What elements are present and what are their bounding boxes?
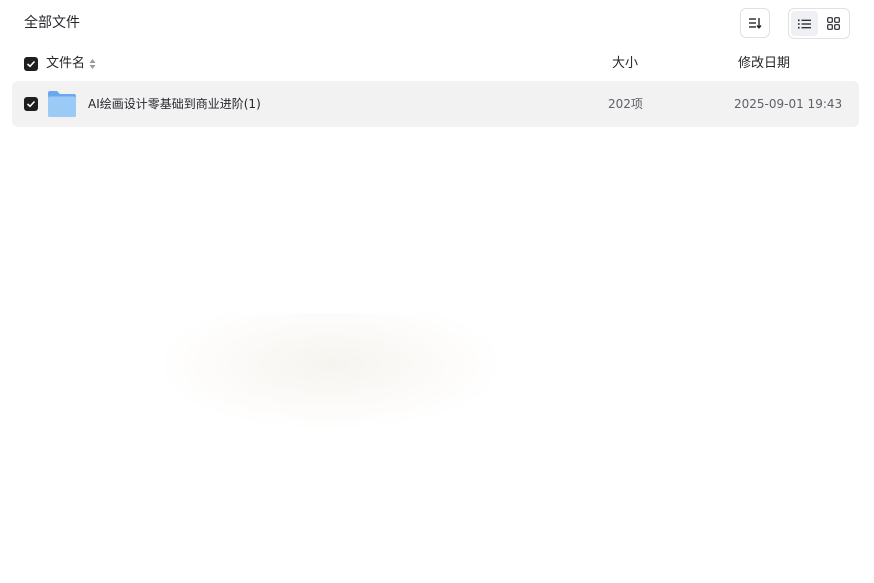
table-row[interactable]: AI绘画设计零基础到商业进阶(1) 202项 2025-09-01 19:43 xyxy=(12,81,859,127)
list-view-icon xyxy=(798,19,811,28)
row-checkbox[interactable] xyxy=(24,97,38,111)
sort-button[interactable] xyxy=(740,8,770,38)
table-header: 文件名 大小 修改日期 xyxy=(12,50,859,78)
select-all-checkbox[interactable] xyxy=(24,57,38,71)
file-name[interactable]: AI绘画设计零基础到商业进阶(1) xyxy=(88,94,261,114)
column-header-name[interactable]: 文件名 xyxy=(46,54,85,74)
checkmark-icon xyxy=(26,60,36,68)
folder-icon xyxy=(48,91,76,117)
column-header-size[interactable]: 大小 xyxy=(612,54,638,74)
sort-order-icon xyxy=(749,18,762,29)
view-mode-toggle xyxy=(788,8,850,39)
file-modified-date: 2025-09-01 19:43 xyxy=(734,97,843,111)
checkmark-icon xyxy=(26,100,36,108)
grid-view-button[interactable] xyxy=(820,11,847,36)
column-header-modified[interactable]: 修改日期 xyxy=(738,54,790,74)
grid-view-icon xyxy=(827,17,840,30)
file-size: 202项 xyxy=(608,97,643,111)
list-view-button[interactable] xyxy=(791,11,818,36)
file-browser: 全部文件 文件名 大小 修改日期 AI绘画设计零基础到商业进阶(1) 202项 … xyxy=(0,0,874,583)
background-shadow xyxy=(165,313,495,428)
sort-arrows-icon[interactable] xyxy=(89,58,96,70)
breadcrumb[interactable]: 全部文件 xyxy=(24,13,80,33)
